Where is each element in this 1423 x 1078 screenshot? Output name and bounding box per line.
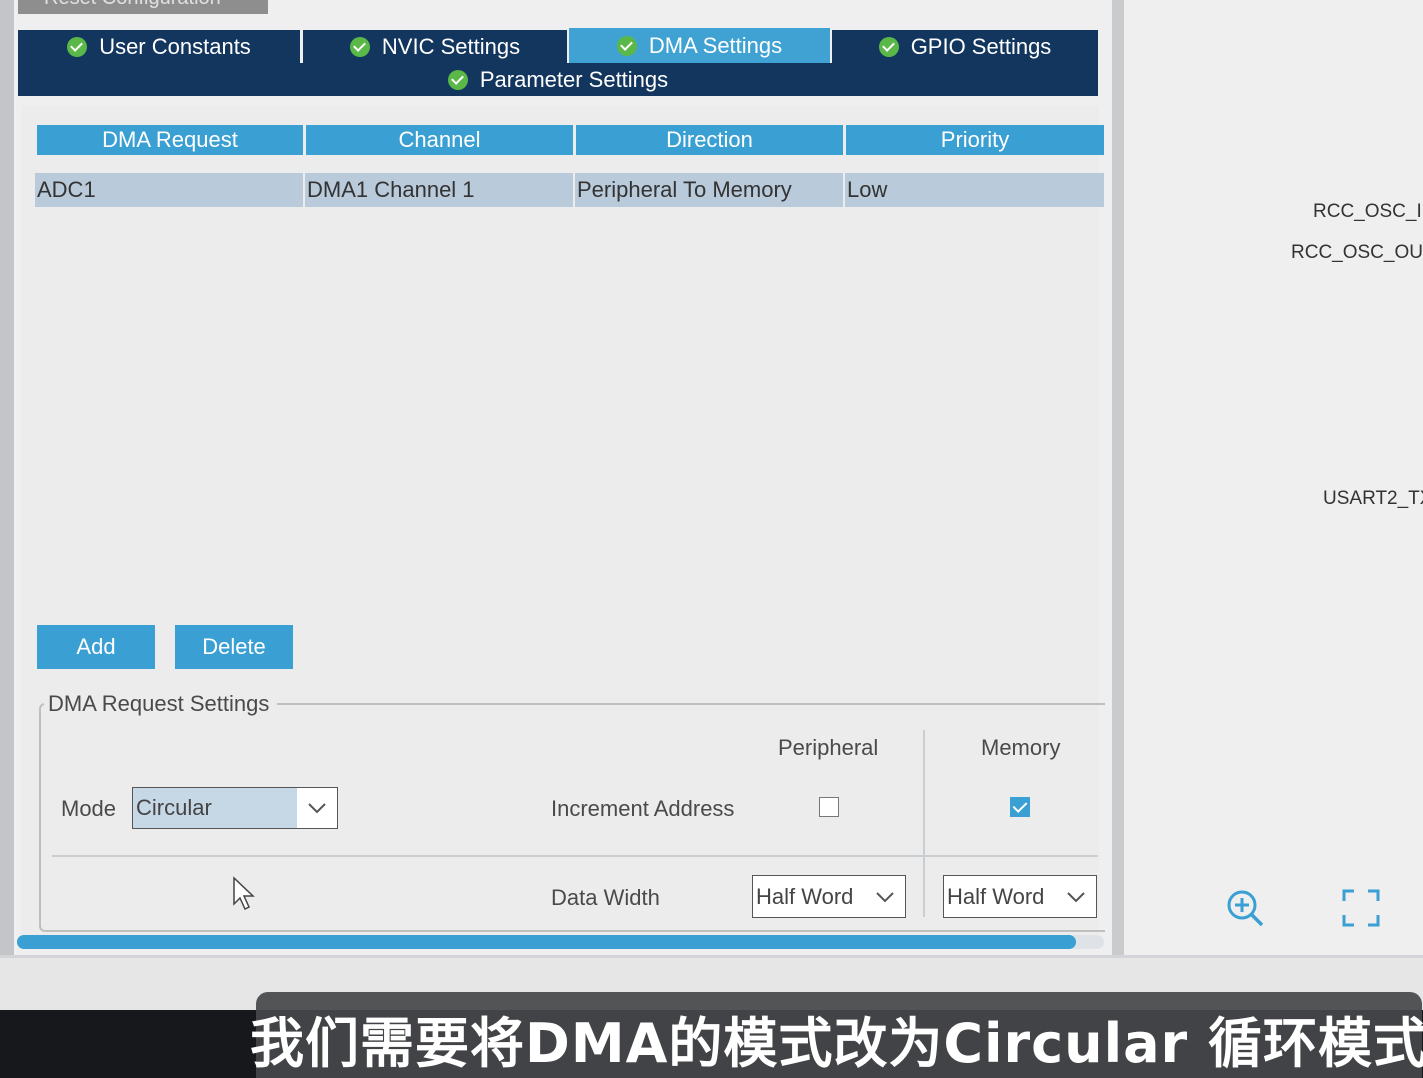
tab-label: GPIO Settings xyxy=(910,33,1052,59)
mode-select[interactable]: Circular xyxy=(132,787,338,829)
tab-dma-settings[interactable]: DMA Settings xyxy=(569,28,830,63)
check-circle-icon xyxy=(349,36,370,57)
tab-label: Parameter Settings xyxy=(479,66,669,92)
mode-label: Mode xyxy=(61,796,117,821)
tab-nvic-settings[interactable]: NVIC Settings xyxy=(303,30,567,63)
column-header-priority[interactable]: Priority xyxy=(846,125,1104,155)
chevron-down-icon[interactable] xyxy=(297,788,337,828)
horizontal-scrollbar-thumb[interactable] xyxy=(17,935,1076,949)
column-header-dma-request[interactable]: DMA Request xyxy=(37,125,303,155)
pin-label[interactable]: USART2_TX xyxy=(1323,488,1423,510)
pinout-view xyxy=(1124,0,1423,955)
column-header-direction[interactable]: Direction xyxy=(576,125,843,155)
cell-direction[interactable]: Peripheral To Memory xyxy=(575,173,843,207)
check-circle-icon xyxy=(616,35,637,56)
reset-configuration-button[interactable]: Reset Configuration xyxy=(18,0,268,14)
mode-value: Circular xyxy=(133,788,297,828)
check-circle-icon xyxy=(67,36,88,57)
tab-label: DMA Settings xyxy=(648,32,783,58)
pin-label[interactable]: RCC_OSC_IN xyxy=(1313,201,1423,223)
mouse-cursor-icon xyxy=(232,876,258,917)
row-divider xyxy=(52,855,1098,857)
memory-increment-checkbox[interactable] xyxy=(1010,797,1030,817)
peripheral-data-width-select[interactable]: Half Word xyxy=(752,875,906,918)
memory-column-label: Memory xyxy=(981,735,1061,760)
cell-channel[interactable]: DMA1 Channel 1 xyxy=(305,173,573,207)
delete-button[interactable]: Delete xyxy=(175,625,293,669)
increment-address-label: Increment Address xyxy=(551,796,735,821)
add-button[interactable]: Add xyxy=(37,625,155,669)
column-divider xyxy=(923,730,925,917)
zoom-in-icon[interactable] xyxy=(1225,888,1265,933)
column-header-channel[interactable]: Channel xyxy=(306,125,573,155)
peripheral-increment-checkbox[interactable] xyxy=(819,797,839,817)
memory-data-width-select[interactable]: Half Word xyxy=(943,875,1097,918)
group-title: DMA Request Settings xyxy=(44,691,278,717)
tab-label: User Constants xyxy=(99,33,251,59)
cell-dma-request[interactable]: ADC1 xyxy=(35,173,303,207)
pin-label[interactable]: RCC_OSC_OUT xyxy=(1291,242,1423,264)
cell-priority[interactable]: Low xyxy=(845,173,1104,207)
check-circle-icon xyxy=(878,36,899,57)
video-subtitle: 我们需要将DMA的模式改为Circular 循环模式 xyxy=(250,1011,1423,1075)
tab-label: NVIC Settings xyxy=(381,33,521,59)
chevron-down-icon[interactable] xyxy=(1056,876,1096,917)
fullscreen-icon[interactable] xyxy=(1342,889,1380,932)
peripheral-column-label: Peripheral xyxy=(778,735,879,760)
check-circle-icon xyxy=(447,69,468,90)
tab-gpio-settings[interactable]: GPIO Settings xyxy=(832,30,1098,63)
memory-data-width-value: Half Word xyxy=(947,883,1045,909)
data-width-label: Data Width xyxy=(551,885,660,910)
chevron-down-icon[interactable] xyxy=(865,876,905,917)
tab-user-constants[interactable]: User Constants xyxy=(18,30,300,63)
peripheral-data-width-value: Half Word xyxy=(756,883,854,909)
tab-parameter-settings[interactable]: Parameter Settings xyxy=(18,63,1098,96)
